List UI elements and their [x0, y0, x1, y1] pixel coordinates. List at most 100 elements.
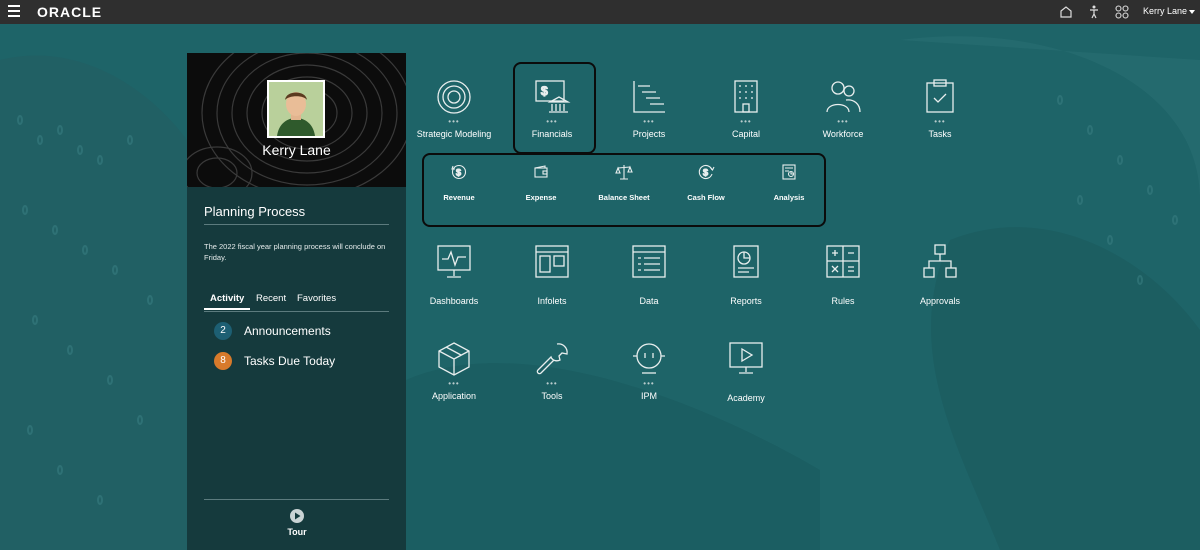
- feed-item-label: Tasks Due Today: [244, 354, 336, 368]
- building-icon: [734, 80, 758, 113]
- divider: [204, 224, 389, 225]
- financials-icon: $: [535, 80, 571, 113]
- tile-tasks[interactable]: ••• Tasks: [895, 78, 985, 168]
- play-icon: [290, 509, 304, 523]
- cube-icon: [438, 342, 470, 376]
- ipm-robot-icon: [633, 343, 665, 374]
- tile-dashboards[interactable]: Dashboards: [409, 243, 499, 333]
- video-play-icon: [729, 342, 763, 374]
- profile-name: Kerry Lane: [262, 142, 331, 158]
- tile-approvals[interactable]: Approvals: [895, 243, 985, 333]
- accessibility-icon[interactable]: [1086, 4, 1102, 20]
- tile-label: Capital: [731, 129, 760, 139]
- tour-button[interactable]: Tour: [279, 508, 315, 538]
- people-icon: [826, 81, 861, 113]
- user-menu[interactable]: Kerry Lane: [1143, 6, 1196, 16]
- card-cash-flow[interactable]: $ Cash Flow: [671, 163, 741, 208]
- announcements-count-badge: 2: [214, 322, 232, 340]
- card-expense[interactable]: Expense: [506, 163, 576, 208]
- tile-label: Rules: [831, 296, 855, 306]
- planning-message: The 2022 fiscal year planning process wi…: [204, 242, 386, 262]
- analysis-icon: [782, 164, 796, 180]
- caret-down-icon: [1189, 9, 1196, 14]
- divider: [204, 499, 389, 500]
- tile-dots: •••: [448, 117, 460, 126]
- tile-dots: •••: [643, 379, 655, 388]
- scale-icon: [615, 165, 633, 180]
- data-grid-icon: [632, 245, 666, 278]
- svg-text:$: $: [703, 168, 708, 178]
- tile-label: Financials: [531, 129, 573, 139]
- gantt-chart-icon: [633, 81, 665, 113]
- financials-cards: $ Revenue Expense Balance Sheet $ Cash F…: [422, 153, 826, 227]
- wallet-icon: [534, 165, 548, 178]
- tile-label: Data: [639, 296, 659, 306]
- tile-rules[interactable]: Rules: [798, 243, 888, 333]
- dashboard-monitor-icon: [437, 245, 471, 278]
- tile-academy[interactable]: Academy: [701, 340, 791, 430]
- cash-flow-icon: $: [698, 164, 715, 180]
- infolets-icon: [535, 245, 569, 278]
- tab-favorites[interactable]: Favorites: [297, 293, 336, 308]
- user-menu-name: Kerry Lane: [1143, 6, 1188, 16]
- card-analysis[interactable]: Analysis: [754, 163, 824, 208]
- card-revenue[interactable]: $ Revenue: [424, 163, 494, 208]
- tile-ipm[interactable]: ••• IPM: [604, 340, 694, 430]
- tile-dots: •••: [448, 379, 460, 388]
- svg-text:$: $: [456, 168, 461, 178]
- navigator-icon[interactable]: [1114, 4, 1130, 20]
- card-label: Analysis: [773, 193, 805, 202]
- activity-tabs: Activity Recent Favorites: [204, 293, 389, 313]
- tile-label: Academy: [727, 393, 765, 403]
- tile-dots: •••: [643, 117, 655, 126]
- target-icon: [437, 80, 471, 114]
- menu-icon[interactable]: [8, 5, 20, 19]
- tile-label: Workforce: [822, 129, 864, 139]
- tile-label: Tasks: [928, 129, 952, 139]
- card-label: Revenue: [443, 193, 475, 202]
- divider: [204, 311, 389, 312]
- wrench-icon: [536, 343, 568, 375]
- tile-label: Strategic Modeling: [416, 129, 492, 139]
- revenue-icon: $: [451, 164, 467, 180]
- avatar[interactable]: [267, 80, 325, 138]
- tile-dots: •••: [837, 117, 849, 126]
- tour-label: Tour: [287, 527, 307, 537]
- card-label: Balance Sheet: [598, 193, 650, 202]
- tile-dots: •••: [546, 379, 558, 388]
- card-label: Expense: [525, 193, 557, 202]
- card-balance-sheet[interactable]: Balance Sheet: [589, 163, 659, 208]
- tile-infolets[interactable]: Infolets: [507, 243, 597, 333]
- clipboard-check-icon: [926, 79, 954, 113]
- feed-item-label: Announcements: [244, 324, 331, 338]
- tile-application[interactable]: ••• Application: [409, 340, 499, 430]
- tile-data[interactable]: Data: [604, 243, 694, 333]
- tile-reports[interactable]: Reports: [701, 243, 791, 333]
- brand-logo: ORACLE: [37, 4, 103, 20]
- tile-label: Reports: [730, 296, 762, 306]
- svg-text:$: $: [541, 84, 548, 98]
- report-icon: [733, 245, 759, 278]
- home-icon[interactable]: [1058, 4, 1074, 20]
- tile-label: Projects: [632, 129, 666, 139]
- tile-dots: •••: [546, 117, 558, 126]
- tile-tools[interactable]: ••• Tools: [507, 340, 597, 430]
- hierarchy-icon: [923, 244, 957, 278]
- background-pattern: [0, 0, 1200, 550]
- tab-recent[interactable]: Recent: [256, 293, 286, 308]
- tile-label: Infolets: [537, 296, 567, 306]
- tile-label: Application: [431, 391, 477, 401]
- tasks-due-count-badge: 8: [214, 352, 232, 370]
- card-label: Cash Flow: [687, 193, 725, 202]
- tile-label: Tools: [541, 391, 563, 401]
- calculator-icon: [826, 245, 860, 278]
- tile-label: Approvals: [919, 296, 961, 306]
- tile-label: Dashboards: [429, 296, 479, 306]
- avatar-image: [269, 82, 323, 136]
- tile-dots: •••: [934, 117, 946, 126]
- welcome-panel: Kerry Lane Planning Process The 2022 fis…: [187, 53, 406, 550]
- tile-label: IPM: [640, 391, 657, 401]
- planning-process-title: Planning Process: [204, 204, 306, 219]
- top-navigation-bar: ORACLE Kerry Lane: [0, 0, 1200, 24]
- tab-activity[interactable]: Activity: [204, 293, 251, 310]
